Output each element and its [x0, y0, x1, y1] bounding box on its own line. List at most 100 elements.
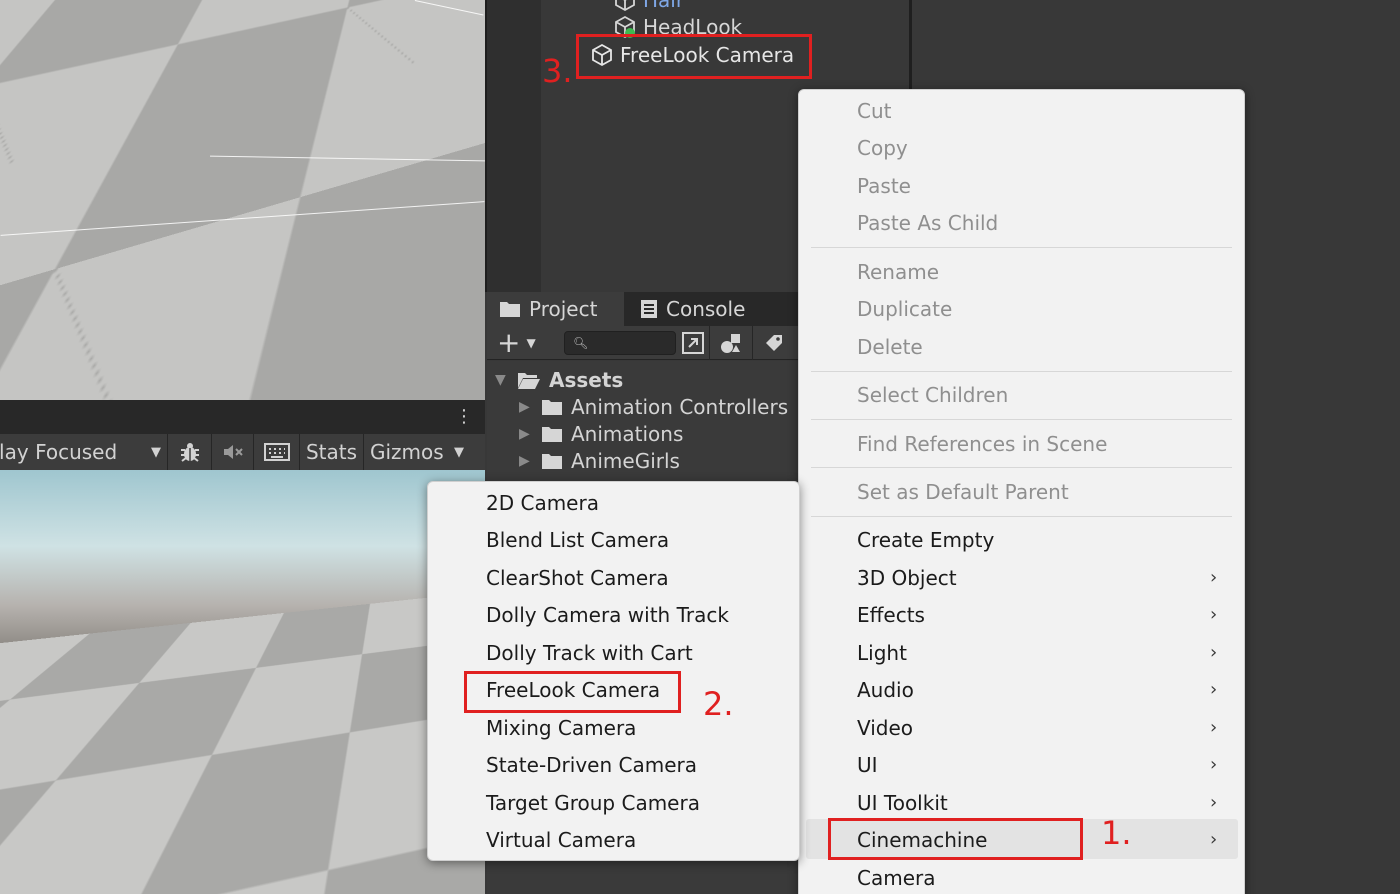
menu-item-cut[interactable]: Cut	[857, 97, 891, 125]
tab-label: Project	[529, 297, 598, 321]
folder-icon	[542, 427, 562, 442]
tree-label: Animation Controllers	[571, 395, 789, 419]
stats-label: Stats	[305, 440, 358, 464]
annotation-box-cinemachine	[828, 818, 1083, 860]
menu-item-delete[interactable]: Delete	[857, 333, 923, 361]
external-link-icon	[682, 332, 704, 354]
submenu-item-mixing-camera[interactable]: Mixing Camera	[486, 714, 636, 742]
annotation-box-freelook-hierarchy	[576, 34, 812, 79]
menu-item-rename[interactable]: Rename	[857, 258, 939, 286]
tree-label: AnimeGirls	[571, 449, 680, 473]
menu-item-paste[interactable]: Paste	[857, 172, 911, 200]
project-toolbar: + ▼ 🔍︎	[487, 326, 800, 360]
menu-separator	[811, 467, 1232, 468]
annotation-step-2: 2.	[703, 685, 734, 723]
game-view[interactable]	[0, 470, 485, 894]
collapsed-triangle-icon[interactable]: ▶	[519, 426, 533, 442]
search-scope-button[interactable]	[681, 331, 705, 355]
more-options-icon[interactable]: ⋮	[455, 407, 473, 427]
submenu-item-2d-camera[interactable]: 2D Camera	[486, 489, 599, 517]
chevron-right-icon: ›	[1210, 604, 1218, 625]
project-tab-bar: Project Console	[487, 292, 800, 326]
search-input[interactable]: 🔍︎	[564, 331, 676, 355]
cube-icon	[615, 0, 635, 12]
collapsed-triangle-icon[interactable]: ▶	[519, 399, 533, 415]
search-icon: 🔍︎	[573, 336, 589, 350]
menu-item-select-children[interactable]: Select Children	[857, 381, 1008, 409]
menu-item-find-references[interactable]: Find References in Scene	[857, 430, 1107, 458]
folder-icon	[500, 302, 520, 317]
filter-by-type-button[interactable]	[709, 326, 751, 360]
chevron-right-icon: ›	[1210, 717, 1218, 738]
game-view-tab-strip: ⋮	[0, 400, 485, 434]
submenu-item-blend-list-camera[interactable]: Blend List Camera	[486, 526, 669, 554]
menu-item-paste-as-child[interactable]: Paste As Child	[857, 209, 998, 237]
menu-separator	[811, 371, 1232, 372]
keyboard-icon	[263, 443, 290, 461]
menu-item-effects[interactable]: Effects	[857, 601, 925, 629]
gizmos-dropdown[interactable]: ▼	[446, 434, 472, 470]
chevron-right-icon: ›	[1210, 679, 1218, 700]
annotation-step-1: 1.	[1101, 814, 1132, 852]
collapsed-triangle-icon[interactable]: ▶	[519, 453, 533, 469]
play-mode-label: Play Focused	[0, 440, 118, 464]
tree-folder[interactable]: ▶ Animation Controllers	[519, 395, 788, 419]
chevron-right-icon: ›	[1210, 829, 1218, 850]
chevron-down-icon: ▼	[526, 336, 536, 350]
folder-icon	[542, 400, 562, 415]
keyboard-shortcuts-button[interactable]	[254, 434, 300, 470]
submenu-item-state-driven-camera[interactable]: State-Driven Camera	[486, 751, 697, 779]
tree-label: Animations	[571, 422, 684, 446]
play-mode-dropdown[interactable]: Play Focused ▼	[0, 434, 168, 470]
tree-root-assets[interactable]: ▼ Assets	[495, 368, 623, 392]
game-floor-checkerboard	[0, 470, 485, 829]
submenu-item-clearshot-camera[interactable]: ClearShot Camera	[486, 564, 669, 592]
mute-speaker-icon	[223, 445, 243, 459]
bug-icon	[180, 443, 199, 462]
menu-separator	[811, 419, 1232, 420]
chevron-down-icon: ▼	[454, 444, 464, 460]
submenu-item-dolly-camera-with-track[interactable]: Dolly Camera with Track	[486, 601, 729, 629]
shapes-icon	[720, 334, 740, 353]
submenu-item-virtual-camera[interactable]: Virtual Camera	[486, 826, 636, 854]
hierarchy-context-menu: Cut Copy Paste Paste As Child Rename Dup…	[798, 89, 1245, 894]
plus-icon: +	[497, 326, 521, 359]
tab-project[interactable]: Project	[487, 292, 624, 326]
scene-view[interactable]	[0, 0, 485, 400]
menu-item-3d-object[interactable]: 3D Object	[857, 564, 957, 592]
filter-by-label-button[interactable]	[752, 326, 794, 360]
menu-item-create-empty[interactable]: Create Empty	[857, 526, 994, 554]
mute-audio-button[interactable]	[212, 434, 254, 470]
gizmos-button[interactable]: Gizmos	[364, 434, 446, 470]
chevron-right-icon: ›	[1210, 754, 1218, 775]
hierarchy-item[interactable]: Hair	[613, 0, 684, 12]
menu-item-ui-toolkit[interactable]: UI Toolkit	[857, 789, 948, 817]
chevron-right-icon: ›	[1210, 792, 1218, 813]
chevron-down-icon: ▼	[151, 444, 161, 460]
menu-separator	[811, 516, 1232, 517]
panel-divider	[909, 0, 912, 90]
menu-item-set-default-parent[interactable]: Set as Default Parent	[857, 478, 1069, 506]
menu-item-ui[interactable]: UI	[857, 751, 878, 779]
menu-item-video[interactable]: Video	[857, 714, 913, 742]
tree-folder[interactable]: ▶ AnimeGirls	[519, 449, 680, 473]
menu-item-audio[interactable]: Audio	[857, 676, 914, 704]
menu-item-camera[interactable]: Camera	[857, 864, 936, 892]
tag-icon	[765, 335, 782, 351]
hierarchy-item-label: Hair	[643, 0, 685, 12]
tree-folder[interactable]: ▶ Animations	[519, 422, 683, 446]
submenu-item-dolly-track-with-cart[interactable]: Dolly Track with Cart	[486, 639, 693, 667]
console-icon	[641, 300, 657, 318]
tab-console[interactable]: Console	[628, 292, 800, 326]
debug-bug-button[interactable]	[168, 434, 212, 470]
menu-item-duplicate[interactable]: Duplicate	[857, 295, 952, 323]
expand-triangle-icon[interactable]: ▼	[495, 372, 509, 388]
folder-icon	[542, 454, 562, 469]
create-asset-button[interactable]: + ▼	[497, 326, 536, 359]
stats-button[interactable]: Stats	[300, 434, 364, 470]
menu-item-copy[interactable]: Copy	[857, 134, 908, 162]
submenu-item-target-group-camera[interactable]: Target Group Camera	[486, 789, 700, 817]
annotation-step-3: 3.	[542, 52, 573, 90]
menu-item-light[interactable]: Light	[857, 639, 907, 667]
annotation-box-freelook-submenu	[464, 671, 681, 713]
